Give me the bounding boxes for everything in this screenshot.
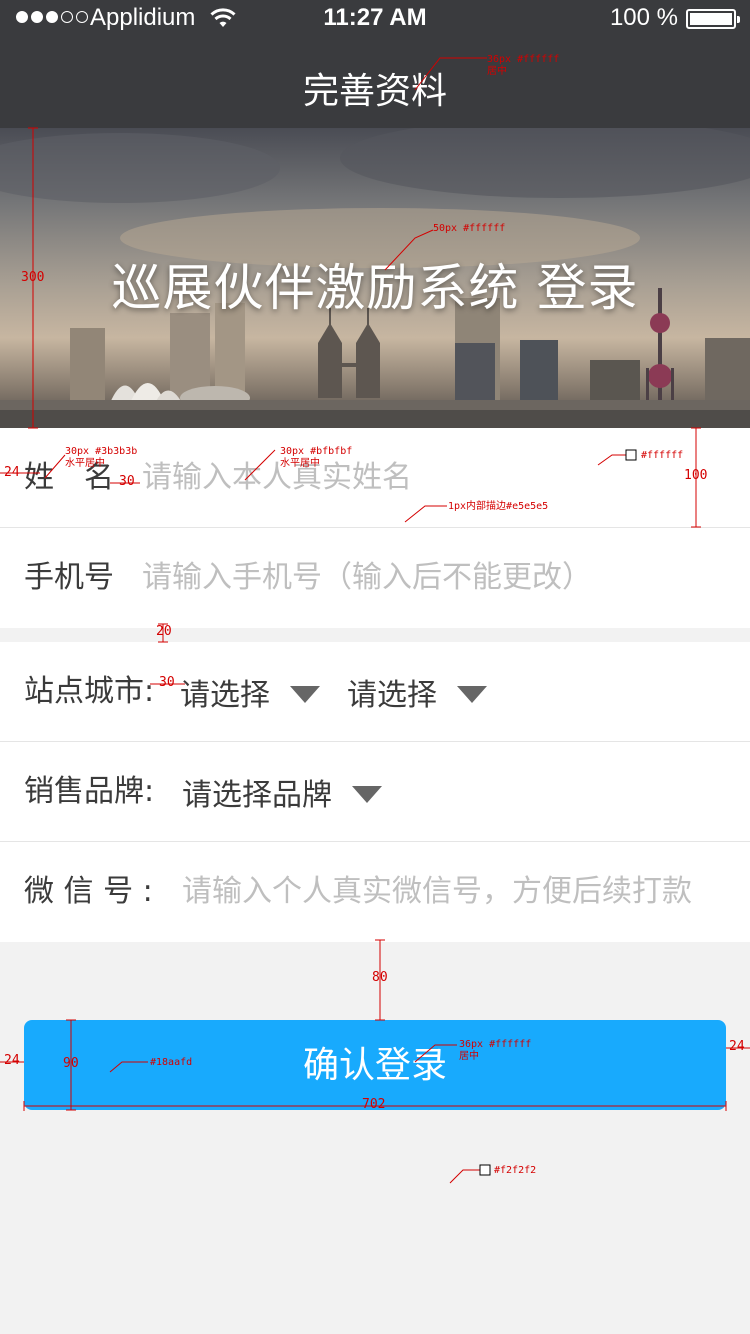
nav-title-spec-note: 36px #ffffff 居中: [487, 54, 560, 77]
name-input[interactable]: [142, 428, 722, 528]
select-gap-note: 30: [159, 675, 175, 690]
button-height-note: 90: [63, 1056, 79, 1071]
button-gap-note: 80: [372, 970, 388, 985]
province-select[interactable]: 请选择: [180, 642, 320, 742]
group-gap-note: 20: [156, 624, 172, 639]
wechat-label: 微 信 号 :: [24, 874, 153, 909]
battery-icon: [686, 9, 740, 29]
row-height-note: 100: [684, 468, 708, 483]
name-row: 姓 名: [0, 428, 750, 528]
placeholder-spec-note: 30px #bfbfbf 水平居中: [280, 446, 353, 469]
button-width-note: 702: [362, 1097, 386, 1112]
dropdown-arrow-icon: [457, 685, 487, 703]
banner: 巡展伙伴激励系统 登录: [0, 128, 750, 428]
label-spec-note: 30px #3b3b3b 水平居中: [65, 446, 138, 469]
nav-title: 完善资料: [302, 71, 447, 112]
banner-title: 巡展伙伴激励系统 登录: [111, 259, 639, 317]
brand-row: 销售品牌: 请选择品牌: [0, 742, 750, 842]
city-select-value: 请选择: [347, 678, 437, 713]
phone-label: 手机号: [24, 560, 114, 595]
province-select-value: 请选择: [180, 678, 270, 713]
screen: Applidium 11:27 AM 100 % 完善资料 巡展伙伴激励系统 登…: [0, 0, 750, 1334]
dropdown-arrow-icon: [352, 785, 382, 803]
city-row: 站点城市: 请选择 请选择: [0, 642, 750, 742]
row-bg-note: #ffffff: [641, 450, 684, 461]
page-bg-note: #f2f2f2: [494, 1165, 537, 1176]
top-bar: Applidium 11:27 AM 100 % 完善资料: [0, 0, 750, 128]
wechat-input[interactable]: [182, 842, 722, 942]
phone-row: 手机号: [0, 528, 750, 628]
battery-percent: 100 %: [609, 4, 678, 31]
button-left-margin-note: 24: [4, 1053, 20, 1068]
button-right-margin-note: 24: [729, 1039, 745, 1054]
name-label: 姓 名: [24, 460, 114, 495]
city-label: 站点城市:: [24, 674, 155, 709]
dropdown-arrow-icon: [290, 685, 320, 703]
left-margin-note: 24: [4, 465, 20, 480]
phone-input[interactable]: [142, 528, 722, 628]
wechat-row: 微 信 号 :: [0, 842, 750, 942]
details-group: 站点城市: 请选择 请选择 销售品牌: 请选择品牌 微 信 号 :: [0, 642, 750, 942]
status-bar: Applidium 11:27 AM 100 %: [0, 0, 750, 40]
button-text-spec-note: 36px #ffffff 居中: [459, 1039, 532, 1062]
label-gap-note: 30: [119, 474, 135, 489]
brand-label: 销售品牌:: [24, 774, 155, 809]
banner-title-spec-note: 50px #ffffff: [433, 223, 506, 234]
brand-select-value: 请选择品牌: [182, 778, 332, 813]
button-color-note: #18aafd: [150, 1057, 193, 1068]
banner-height-note: 300: [21, 270, 45, 285]
border-spec-note: 1px内部描边#e5e5e5: [448, 501, 549, 512]
city-select[interactable]: 请选择: [347, 642, 487, 742]
brand-select[interactable]: 请选择品牌: [182, 742, 382, 842]
